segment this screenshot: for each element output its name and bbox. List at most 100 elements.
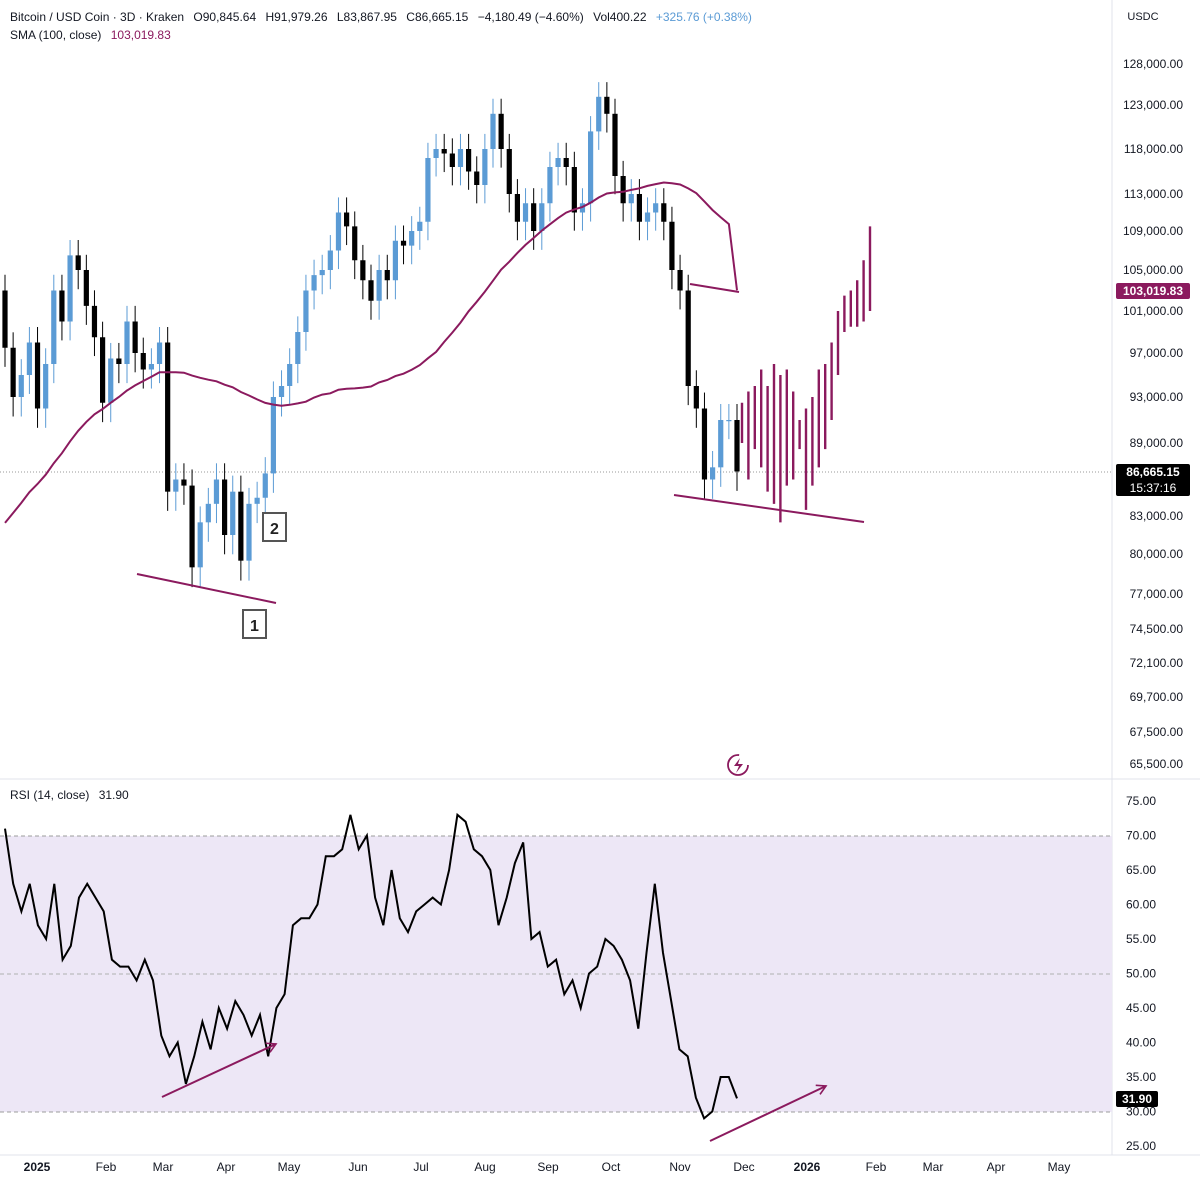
time-tick-label: 2025 — [24, 1160, 51, 1174]
rsi-legend-value: 31.90 — [98, 788, 129, 802]
candle-body — [18, 375, 24, 397]
candle-body — [555, 158, 561, 167]
candle-body — [246, 503, 252, 561]
candle-body — [10, 347, 16, 397]
symbol-legend[interactable]: Bitcoin / USD Coin · 3D · Kraken O90,845… — [10, 9, 758, 25]
sma-legend-value: 103,019.83 — [110, 28, 171, 42]
candle-body — [457, 149, 464, 167]
candle-body — [636, 194, 642, 222]
candle-body — [539, 203, 545, 231]
time-tick-label: Feb — [866, 1160, 887, 1174]
candle-body — [596, 96, 602, 132]
candle-body — [75, 255, 81, 270]
rsi-legend[interactable]: RSI (14, close) 31.90 — [10, 787, 135, 803]
symbol-title: Bitcoin / USD Coin · 3D · Kraken — [10, 10, 185, 24]
candle-body — [352, 226, 358, 261]
candle-body — [522, 203, 529, 222]
price-tick-label: 65,500.00 — [1130, 757, 1184, 771]
candle-body — [449, 153, 455, 167]
candle-body — [2, 290, 8, 348]
candle-body — [335, 212, 342, 251]
candle-body — [693, 386, 699, 409]
candle-body — [514, 194, 520, 222]
rsi-tick-label: 55.00 — [1126, 932, 1156, 946]
candle-body — [319, 270, 325, 276]
price-tick-label: 123,000.00 — [1123, 98, 1183, 112]
candle-body — [108, 358, 114, 403]
candle-body — [490, 113, 496, 149]
ohlc-high: H91,979.26 — [265, 10, 328, 24]
time-tick-label: 2026 — [794, 1160, 821, 1174]
time-tick-label: Mar — [153, 1160, 174, 1174]
candle-body — [474, 171, 480, 185]
price-tick-label: 69,700.00 — [1130, 690, 1184, 704]
ohlc-low: L83,867.95 — [336, 10, 397, 24]
candle-body — [433, 149, 439, 158]
candle-body — [132, 321, 138, 353]
candle-body — [230, 491, 236, 535]
candle-body — [189, 485, 195, 568]
time-tick-label: Jul — [413, 1160, 428, 1174]
rsi-tick-label: 70.00 — [1126, 829, 1156, 843]
candle-body — [612, 113, 618, 176]
price-tick-label: 118,000.00 — [1124, 142, 1183, 156]
pattern-label-2[interactable]: 2 — [262, 512, 287, 542]
candle-body — [254, 497, 260, 504]
candle-body — [360, 260, 366, 281]
candle-body — [140, 353, 146, 370]
rsi-tick-label: 35.00 — [1126, 1070, 1156, 1084]
candle-body — [91, 305, 98, 338]
candle-body — [222, 479, 228, 535]
chart-canvas[interactable]: 1 2 128,000.00 123,000.00 118,000.00 113,00… — [0, 0, 1200, 1179]
rsi-legend-label: RSI (14, close) — [10, 788, 90, 802]
currency-label[interactable]: USDC — [1118, 6, 1168, 28]
time-axis[interactable]: 2025 Feb Mar Apr May Jun Jul Aug Sep Oct Nov Dec 202… — [24, 1160, 1071, 1174]
extra-change: +325.76 (+0.38%) — [655, 10, 752, 24]
candle-body — [124, 321, 130, 364]
candle-body — [270, 397, 276, 474]
candle-body — [368, 280, 374, 301]
volume-value: Vol400.22 — [593, 10, 647, 24]
candle-body — [213, 479, 220, 504]
candle-body — [441, 149, 447, 154]
sma-price-badge: 103,019.83 — [1116, 283, 1190, 299]
candle-body — [181, 479, 187, 486]
candle-body — [482, 149, 488, 185]
price-axis[interactable]: 128,000.00 123,000.00 118,000.00 113,000.00… — [1123, 57, 1183, 771]
price-tick-label: 101,000.00 — [1123, 304, 1183, 318]
sma-legend[interactable]: SMA (100, close) 103,019.83 — [10, 27, 177, 43]
price-tick-label: 105,000.00 — [1123, 263, 1183, 277]
candle-body — [303, 290, 309, 332]
candle-body — [425, 158, 431, 222]
candle-body — [278, 386, 285, 397]
rsi-value-badge: 31.90 — [1116, 1091, 1158, 1107]
time-tick-label: May — [1048, 1160, 1071, 1174]
pattern-label-1[interactable]: 1 — [242, 609, 267, 639]
rsi-tick-label: 45.00 — [1126, 1001, 1156, 1015]
candle-body — [238, 491, 244, 561]
candle-body — [392, 240, 398, 281]
candle-body — [644, 212, 651, 222]
candle-body — [384, 270, 390, 281]
candle-body — [669, 221, 675, 270]
price-tick-label: 113,000.00 — [1124, 187, 1183, 201]
candle-body — [726, 420, 732, 422]
time-tick-label: Oct — [602, 1160, 621, 1174]
candle-body — [100, 337, 106, 403]
candle-body — [173, 479, 179, 492]
sma-legend-label: SMA (100, close) — [10, 28, 102, 42]
candle-body — [43, 364, 49, 409]
ohlc-close: C86,665.15 — [406, 10, 469, 24]
rsi-tick-label: 60.00 — [1126, 898, 1156, 912]
candle-body — [531, 203, 537, 231]
candle-body — [653, 203, 659, 213]
time-tick-label: Apr — [217, 1160, 236, 1174]
candle-body — [197, 522, 203, 568]
candle-body — [311, 275, 317, 291]
candle-body — [417, 221, 423, 231]
candle-body — [287, 364, 293, 386]
candle-body — [685, 290, 691, 386]
candle-body — [34, 342, 41, 409]
price-tick-label: 72,100.00 — [1130, 656, 1184, 670]
price-tick-label: 109,000.00 — [1123, 224, 1183, 238]
